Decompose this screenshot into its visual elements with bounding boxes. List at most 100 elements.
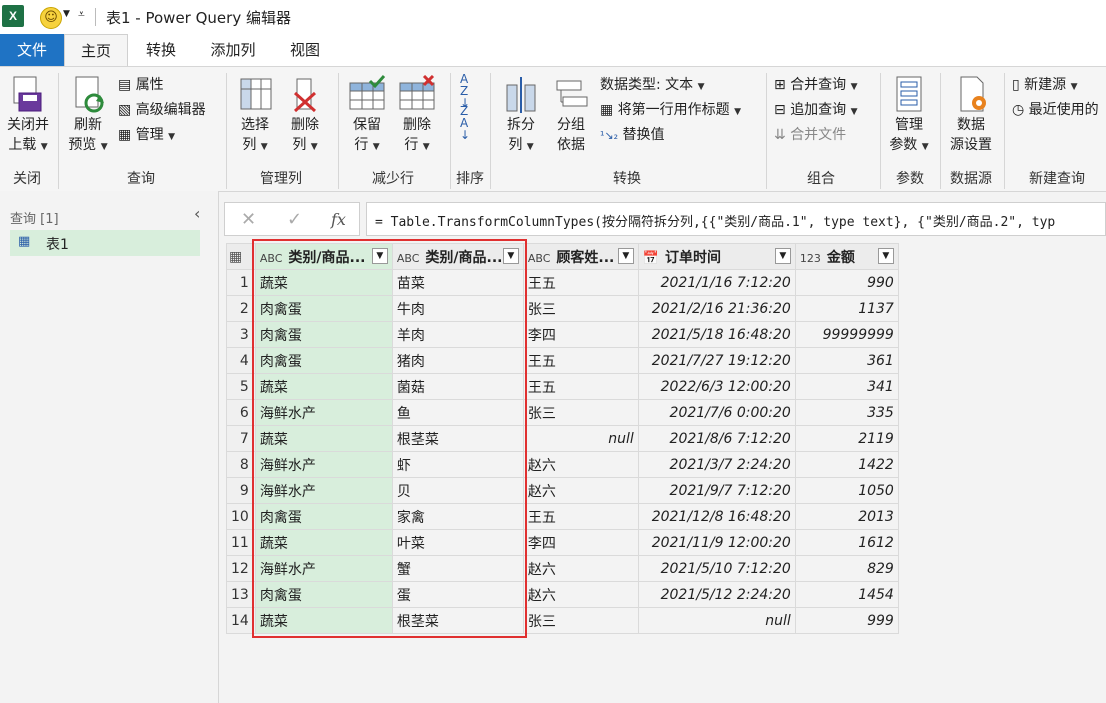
cell-customer[interactable]: null [522, 425, 639, 452]
row-number[interactable]: 4 [226, 347, 256, 374]
cell-customer[interactable]: 李四 [522, 529, 639, 556]
row-number[interactable]: 13 [226, 581, 256, 608]
cell-customer[interactable]: 王五 [522, 347, 639, 374]
split-column-button[interactable]: 拆分 列 ▼ [498, 75, 544, 157]
row-number[interactable]: 2 [226, 295, 256, 322]
row-number[interactable]: 6 [226, 399, 256, 426]
cell-order-time[interactable]: 2021/7/6 0:00:20 [637, 399, 796, 426]
refresh-preview-button[interactable]: 刷新 预览 ▼ [64, 75, 112, 157]
row-number[interactable]: 10 [226, 503, 256, 530]
cell-amount[interactable]: 1422 [794, 451, 899, 478]
cancel-icon[interactable]: ✕ [241, 209, 256, 230]
cell-order-time[interactable]: 2022/6/3 12:00:20 [637, 373, 796, 400]
cell-customer[interactable]: 张三 [522, 607, 639, 634]
cell-order-time[interactable]: 2021/12/8 16:48:20 [637, 503, 796, 530]
row-number[interactable]: 7 [226, 425, 256, 452]
cell-order-time[interactable]: 2021/1/16 7:12:20 [637, 269, 796, 296]
append-queries-button[interactable]: ⊟ 追加查询 ▼ [774, 99, 858, 121]
filter-dropdown-icon[interactable]: ▼ [774, 247, 791, 264]
cell-customer[interactable]: 王五 [522, 269, 639, 296]
recent-sources-button[interactable]: ◷ 最近使用的 [1012, 99, 1099, 121]
column-header-customer[interactable]: ABC 顾客姓... ▼ [522, 243, 639, 270]
new-source-button[interactable]: ▯ 新建源 ▼ [1012, 74, 1078, 96]
cell-amount[interactable]: 2119 [794, 425, 899, 452]
cell-order-time[interactable]: 2021/7/27 19:12:20 [637, 347, 796, 374]
row-number[interactable]: 14 [226, 607, 256, 634]
cell-customer[interactable]: 张三 [522, 399, 639, 426]
table-menu-button[interactable]: ▦ [226, 243, 256, 270]
cell-amount[interactable]: 341 [794, 373, 899, 400]
cell-amount[interactable]: 990 [794, 269, 899, 296]
cell-order-time[interactable]: 2021/5/10 7:12:20 [637, 555, 796, 582]
column-header-order-time[interactable]: 📅 订单时间 ▼ [637, 243, 796, 270]
data-type-dropdown[interactable]: 数据类型: 文本 ▼ [600, 74, 705, 96]
replace-values-button[interactable]: ¹↘₂ 替换值 [600, 124, 665, 146]
cell-customer[interactable]: 赵六 [522, 477, 639, 504]
cell-customer[interactable]: 赵六 [522, 555, 639, 582]
quick-access-customize-icon[interactable]: ⩡ [78, 7, 85, 22]
cell-order-time[interactable]: 2021/9/7 7:12:20 [637, 477, 796, 504]
combine-files-button[interactable]: ⇊ 合并文件 [774, 124, 846, 146]
advanced-editor-button[interactable]: ▧ 高级编辑器 [118, 99, 206, 121]
cell-amount[interactable]: 999 [794, 607, 899, 634]
tab-file[interactable]: 文件 [0, 34, 64, 66]
collapse-pane-icon[interactable]: ‹ [194, 204, 200, 223]
filter-dropdown-icon[interactable]: ▼ [877, 247, 894, 264]
cell-customer[interactable]: 赵六 [522, 581, 639, 608]
smiley-feedback-icon[interactable]: ☺ [40, 7, 62, 29]
group-by-button[interactable]: 分组 依据 [548, 75, 594, 155]
cell-customer[interactable]: 赵六 [522, 451, 639, 478]
row-number[interactable]: 1 [226, 269, 256, 296]
cell-customer[interactable]: 张三 [522, 295, 639, 322]
cell-amount[interactable]: 361 [794, 347, 899, 374]
cell-amount[interactable]: 1137 [794, 295, 899, 322]
cell-order-time[interactable]: 2021/5/18 16:48:20 [637, 321, 796, 348]
cell-amount[interactable]: 1454 [794, 581, 899, 608]
properties-button[interactable]: ▤ 属性 [118, 74, 164, 96]
column-header-amount[interactable]: 123 金额 ▼ [794, 243, 899, 270]
cell-customer[interactable]: 王五 [522, 503, 639, 530]
row-number[interactable]: 9 [226, 477, 256, 504]
query-item-table1[interactable]: ▦ 表1 [10, 230, 200, 256]
cell-amount[interactable]: 99999999 [794, 321, 899, 348]
remove-rows-button[interactable]: 删除 行 ▼ [394, 75, 440, 157]
tab-view[interactable]: 视图 [274, 34, 336, 66]
manage-parameters-button[interactable]: 管理 参数 ▼ [886, 75, 932, 157]
sort-descending-icon[interactable]: Z A ↓ [460, 105, 482, 141]
confirm-icon[interactable]: ✓ [287, 209, 302, 230]
use-first-row-as-headers-button[interactable]: ▦ 将第一行用作标题 ▼ [600, 99, 741, 121]
close-load-label-2: 上载 ▼ [2, 135, 54, 157]
remove-columns-button[interactable]: 删除 列 ▼ [282, 75, 328, 157]
feedback-dropdown-icon[interactable]: ▼ [63, 9, 70, 19]
filter-dropdown-icon[interactable]: ▼ [617, 247, 634, 264]
cell-order-time[interactable]: 2021/5/12 2:24:20 [637, 581, 796, 608]
cell-customer[interactable]: 王五 [522, 373, 639, 400]
data-source-settings-button[interactable]: 数据 源设置 [946, 75, 996, 155]
cell-order-time[interactable]: 2021/3/7 2:24:20 [637, 451, 796, 478]
row-number[interactable]: 3 [226, 321, 256, 348]
cell-order-time[interactable]: null [637, 607, 796, 634]
cell-amount[interactable]: 1612 [794, 529, 899, 556]
manage-button[interactable]: ▦ 管理 ▼ [118, 124, 175, 146]
merge-queries-button[interactable]: ⊞ 合并查询 ▼ [774, 74, 858, 96]
keep-rows-button[interactable]: 保留 行 ▼ [344, 75, 390, 157]
row-number[interactable]: 5 [226, 373, 256, 400]
fx-icon[interactable]: fx [331, 210, 346, 229]
close-and-load-button[interactable]: 关闭并 上载 ▼ [2, 75, 54, 157]
cell-amount[interactable]: 2013 [794, 503, 899, 530]
row-number[interactable]: 8 [226, 451, 256, 478]
choose-columns-button[interactable]: 选择 列 ▼ [232, 75, 278, 157]
cell-order-time[interactable]: 2021/11/9 12:00:20 [637, 529, 796, 556]
tab-transform[interactable]: 转换 [130, 34, 192, 66]
tab-home[interactable]: 主页 [64, 34, 128, 67]
tab-add-column[interactable]: 添加列 [196, 34, 270, 66]
cell-amount[interactable]: 829 [794, 555, 899, 582]
row-number[interactable]: 12 [226, 555, 256, 582]
row-number[interactable]: 11 [226, 529, 256, 556]
cell-customer[interactable]: 李四 [522, 321, 639, 348]
cell-amount[interactable]: 335 [794, 399, 899, 426]
formula-input[interactable]: = Table.TransformColumnTypes(按分隔符拆分列,{{"… [366, 202, 1106, 236]
cell-amount[interactable]: 1050 [794, 477, 899, 504]
cell-order-time[interactable]: 2021/8/6 7:12:20 [637, 425, 796, 452]
cell-order-time[interactable]: 2021/2/16 21:36:20 [637, 295, 796, 322]
